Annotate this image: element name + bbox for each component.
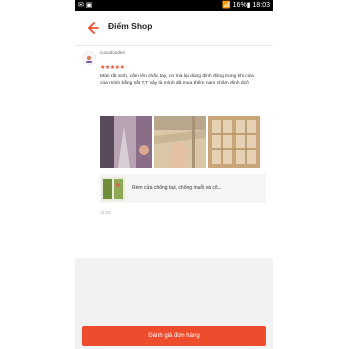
review-card: cuvodouden ★★★★★ Màn rất xinh, cầm lên c…: [75, 46, 273, 258]
product-thumbnail: [101, 177, 125, 201]
app-bar: Điểm Shop: [75, 11, 273, 46]
reviewer-username[interactable]: cuvodouden: [100, 50, 125, 55]
arrow-left-icon[interactable]: [83, 19, 101, 37]
bottom-bar: Đánh giá đơn hàng: [75, 322, 273, 349]
review-photo-2[interactable]: [154, 116, 206, 168]
notification-icons: ✉ ▣: [78, 2, 93, 9]
review-time: 11:02: [100, 210, 111, 215]
status-indicators: 📶 16%▮ 18:03: [222, 2, 270, 9]
review-photo-1[interactable]: [100, 116, 152, 168]
review-text: Màn rất xinh, cầm lên chắc tay, cơ mà lạ…: [100, 74, 254, 86]
avatar[interactable]: [82, 51, 96, 65]
star-rating: ★★★★★: [100, 65, 125, 71]
review-photo-3[interactable]: [208, 116, 260, 168]
product-card[interactable]: Rèm cửa chống bụi, chống muỗi và cô...: [100, 174, 266, 203]
page-title: Điểm Shop: [108, 21, 153, 31]
product-name: Rèm cửa chống bụi, chống muỗi và cô...: [132, 185, 222, 191]
status-bar: ✉ ▣ 📶 16%▮ 18:03: [75, 0, 273, 11]
phone-screen: ✉ ▣ 📶 16%▮ 18:03 Điểm Shop cuvodouden ★★…: [75, 0, 273, 349]
rate-order-button[interactable]: Đánh giá đơn hàng: [82, 326, 266, 346]
